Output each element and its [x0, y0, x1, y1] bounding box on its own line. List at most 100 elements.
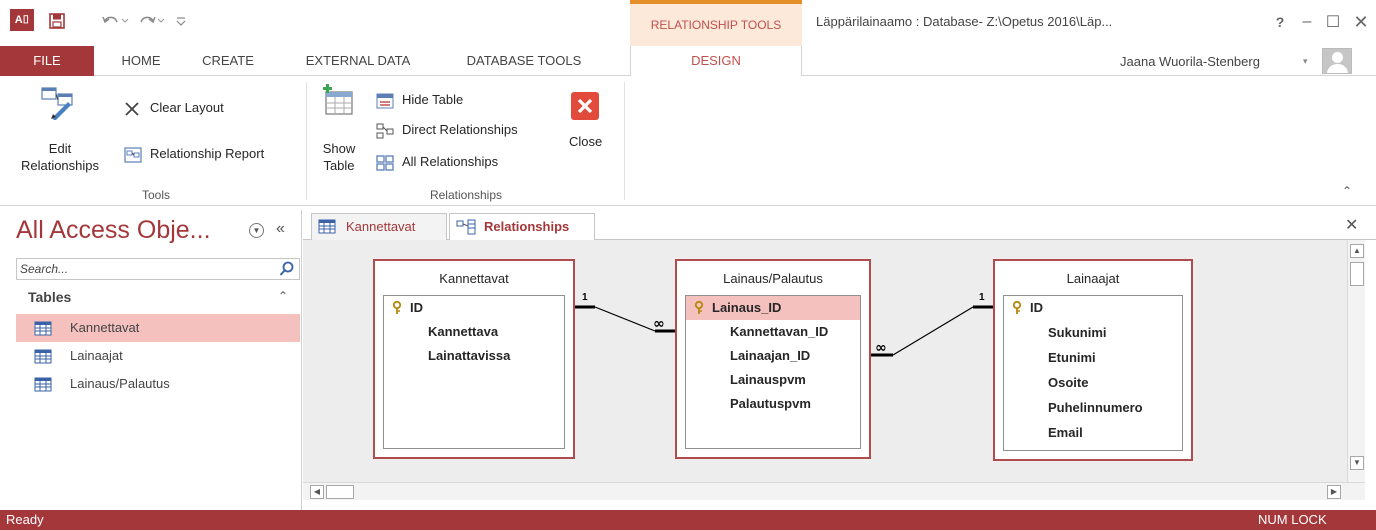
- field-list: ID Sukunimi Etunimi Osoite Puhelinnumero…: [1003, 295, 1183, 451]
- table-window-lainaajat[interactable]: Lainaajat ID Sukunimi Etunimi Osoite Puh…: [993, 259, 1193, 461]
- tab-file[interactable]: FILE: [0, 46, 94, 76]
- table-window-title[interactable]: Kannettavat: [375, 271, 573, 286]
- user-name[interactable]: Jaana Wuorila-Stenberg: [1120, 54, 1260, 69]
- close-document-icon[interactable]: ✕: [1345, 215, 1358, 235]
- field-item[interactable]: Etunimi: [1004, 346, 1182, 370]
- save-icon[interactable]: [48, 11, 66, 31]
- customize-qat-icon[interactable]: [174, 11, 188, 31]
- redo-icon[interactable]: [136, 11, 166, 31]
- help-button[interactable]: ?: [1265, 10, 1295, 34]
- vertical-scrollbar[interactable]: ▲ ▼: [1347, 240, 1365, 482]
- field-name: Lainauspvm: [730, 372, 806, 387]
- status-bar: Ready NUM LOCK: [0, 510, 1376, 530]
- field-item[interactable]: Lainauspvm: [686, 368, 860, 392]
- collapse-group-icon[interactable]: ⌃: [278, 289, 288, 303]
- shutter-bar-icon[interactable]: «: [276, 220, 285, 238]
- field-name: Sukunimi: [1048, 325, 1107, 340]
- edit-relationships-label-1: Edit: [48, 141, 72, 156]
- tab-design[interactable]: DESIGN: [630, 46, 802, 77]
- table-window-title[interactable]: Lainaajat: [995, 271, 1191, 286]
- field-item[interactable]: Kannettava: [384, 320, 564, 344]
- group-separator: [624, 82, 625, 200]
- tables-group-header[interactable]: Tables ⌃: [16, 286, 300, 310]
- window-title: Läppärilainaamo : Database- Z:\Opetus 20…: [816, 14, 1113, 29]
- show-table-label-2: Table: [323, 158, 355, 173]
- relationships-canvas[interactable]: 1 ∞ ∞ 1 Kannettavat ID Kannettava Lainat…: [303, 240, 1347, 482]
- clear-layout-button[interactable]: Clear Layout: [122, 98, 250, 120]
- group-separator: [306, 82, 307, 200]
- nav-item-table[interactable]: Lainaus/Palautus: [16, 370, 300, 398]
- scroll-down-icon[interactable]: ▼: [1350, 456, 1364, 470]
- nav-item-label: Lainaajat: [70, 348, 123, 363]
- field-item[interactable]: Kannettavan_ID: [686, 320, 860, 344]
- all-relationships-button[interactable]: All Relationships: [374, 152, 534, 174]
- tab-create[interactable]: CREATE: [188, 46, 268, 76]
- field-item[interactable]: Puhelinnumero: [1004, 396, 1182, 420]
- tab-home[interactable]: HOME: [106, 46, 176, 76]
- table-window-lainaus-palautus[interactable]: Lainaus/Palautus Lainaus_ID Kannettavan_…: [675, 259, 871, 459]
- relationship-report-icon: [124, 147, 142, 163]
- close-window-button[interactable]: ✕: [1346, 10, 1376, 34]
- context-tab-group: RELATIONSHIP TOOLS: [630, 0, 802, 46]
- field-item[interactable]: Palautuspvm: [686, 392, 860, 416]
- nav-item-label: Kannettavat: [70, 320, 140, 335]
- status-text: Ready: [6, 512, 44, 527]
- table-window-title[interactable]: Lainaus/Palautus: [677, 271, 869, 286]
- user-dropdown-icon[interactable]: ▾: [1303, 56, 1308, 67]
- nav-item-table[interactable]: Lainaajat: [16, 342, 300, 370]
- close-relationships-button[interactable]: Close: [564, 88, 614, 168]
- field-item[interactable]: Lainattavissa: [384, 344, 564, 368]
- navigation-pane: All Access Obje... ▼ « Tables ⌃ Kannetta…: [10, 210, 302, 510]
- undo-icon[interactable]: [100, 11, 130, 31]
- show-table-button[interactable]: Show Table: [312, 82, 366, 182]
- field-item[interactable]: ID: [384, 296, 564, 320]
- nav-pane-title[interactable]: All Access Obje...: [16, 216, 211, 245]
- doctab-relationships[interactable]: Relationships: [449, 213, 595, 241]
- table-icon: [34, 321, 52, 336]
- maximize-button[interactable]: ☐: [1318, 10, 1348, 34]
- scroll-thumb[interactable]: [1350, 262, 1364, 286]
- scroll-thumb[interactable]: [326, 485, 354, 499]
- field-item[interactable]: Email: [1004, 421, 1182, 445]
- access-app-icon[interactable]: A⌷: [10, 9, 34, 31]
- relationships-group-label: Relationships: [429, 188, 503, 202]
- table-icon: [34, 349, 52, 364]
- field-name: Lainaus_ID: [712, 300, 782, 315]
- horizontal-scrollbar[interactable]: ◀ ▶: [303, 482, 1365, 500]
- table-window-kannettavat[interactable]: Kannettavat ID Kannettava Lainattavissa: [373, 259, 575, 459]
- tools-group-label: Tools: [141, 188, 170, 202]
- show-table-label-1: Show: [322, 141, 356, 156]
- cardinality-many-label: ∞: [875, 340, 887, 356]
- relationship-line[interactable]: [871, 305, 993, 357]
- direct-relationships-button[interactable]: Direct Relationships: [374, 120, 554, 142]
- all-relationships-icon: [376, 155, 394, 171]
- hide-table-button[interactable]: Hide Table: [374, 90, 494, 112]
- key-icon: [1012, 301, 1022, 314]
- nav-menu-icon[interactable]: ▼: [249, 223, 264, 238]
- field-name: ID: [410, 300, 423, 315]
- avatar[interactable]: [1322, 48, 1352, 74]
- field-name: Email: [1048, 425, 1083, 440]
- document-area: Kannettavat Relationships ✕ 1 ∞ ∞ 1 Kann…: [303, 210, 1376, 510]
- hide-table-icon: [376, 93, 394, 109]
- scroll-right-icon[interactable]: ▶: [1327, 485, 1341, 499]
- nav-item-table[interactable]: Kannettavat: [16, 314, 300, 342]
- collapse-ribbon-icon[interactable]: ⌃: [1342, 184, 1352, 198]
- table-icon: [318, 219, 336, 234]
- field-item[interactable]: Lainaus_ID: [686, 296, 860, 320]
- field-item[interactable]: Sukunimi: [1004, 321, 1182, 345]
- scroll-left-icon[interactable]: ◀: [310, 485, 324, 499]
- search-input[interactable]: [17, 259, 267, 279]
- tab-external-data[interactable]: EXTERNAL DATA: [292, 46, 424, 76]
- field-item[interactable]: Osoite: [1004, 371, 1182, 395]
- tab-database-tools[interactable]: DATABASE TOOLS: [436, 46, 612, 76]
- search-icon[interactable]: [279, 261, 295, 277]
- scroll-up-icon[interactable]: ▲: [1350, 244, 1364, 258]
- doctab-label: Relationships: [484, 219, 570, 234]
- relationship-report-button[interactable]: Relationship Report: [122, 144, 298, 166]
- field-item[interactable]: ID: [1004, 296, 1182, 320]
- doctab-kannettavat[interactable]: Kannettavat: [311, 213, 447, 240]
- edit-relationships-button[interactable]: Edit Relationships: [8, 82, 112, 182]
- field-item[interactable]: Lainaajan_ID: [686, 344, 860, 368]
- clear-layout-icon: [125, 102, 139, 116]
